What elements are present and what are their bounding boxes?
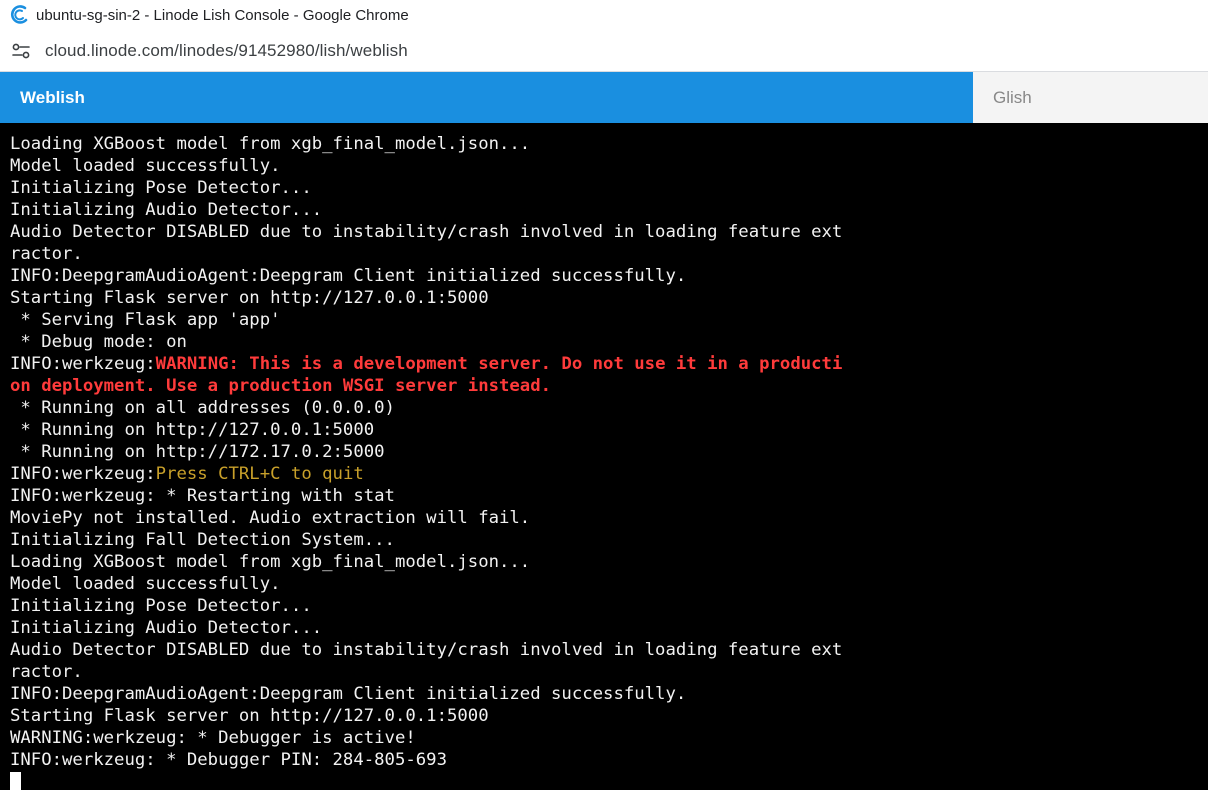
terminal-line: * Debug mode: on [10, 331, 1208, 353]
terminal-text: ractor. [10, 662, 83, 682]
terminal-text: * Running on all addresses (0.0.0.0) [10, 398, 395, 418]
terminal-text: ractor. [10, 244, 83, 264]
terminal-text: Model loaded successfully. [10, 574, 281, 594]
terminal-text: Starting Flask server on http://127.0.0.… [10, 706, 489, 726]
terminal-line: MoviePy not installed. Audio extraction … [10, 507, 1208, 529]
terminal-cursor [10, 772, 21, 790]
terminal-line: * Running on http://172.17.0.2:5000 [10, 441, 1208, 463]
terminal-line: INFO:werkzeug:WARNING: This is a develop… [10, 353, 1208, 375]
site-info-icon[interactable] [9, 39, 33, 63]
terminal-line: Audio Detector DISABLED due to instabili… [10, 639, 1208, 661]
terminal-line: Initializing Pose Detector... [10, 595, 1208, 617]
terminal-line: Initializing Audio Detector... [10, 199, 1208, 221]
terminal-text: Initializing Fall Detection System... [10, 530, 395, 550]
terminal-text: Loading XGBoost model from xgb_final_mod… [10, 552, 531, 572]
terminal-line: Initializing Fall Detection System... [10, 529, 1208, 551]
terminal-text: Loading XGBoost model from xgb_final_mod… [10, 134, 531, 154]
terminal-line: Initializing Audio Detector... [10, 617, 1208, 639]
terminal-text: INFO:werkzeug: [10, 354, 156, 374]
terminal-line: Loading XGBoost model from xgb_final_mod… [10, 551, 1208, 573]
terminal-text: MoviePy not installed. Audio extraction … [10, 508, 531, 528]
browser-window: ubuntu-sg-sin-2 - Linode Lish Console - … [0, 0, 1208, 790]
terminal-text: INFO:DeepgramAudioAgent:Deepgram Client … [10, 266, 687, 286]
terminal-line: ractor. [10, 243, 1208, 265]
terminal-text: Starting Flask server on http://127.0.0.… [10, 288, 489, 308]
terminal-text: Press CTRL+C to quit [155, 464, 364, 484]
terminal-line: * Running on all addresses (0.0.0.0) [10, 397, 1208, 419]
terminal-text: WARNING: This is a development server. D… [155, 354, 843, 374]
terminal-line: Loading XGBoost model from xgb_final_mod… [10, 133, 1208, 155]
console-tab-bar: Weblish Glish [0, 72, 1208, 123]
terminal-text: WARNING:werkzeug: * Debugger is active! [10, 728, 416, 748]
terminal-text: * Serving Flask app 'app' [10, 310, 281, 330]
terminal-line: Model loaded successfully. [10, 573, 1208, 595]
tab-weblish[interactable]: Weblish [0, 72, 973, 123]
terminal-output[interactable]: Loading XGBoost model from xgb_final_mod… [0, 123, 1208, 790]
terminal-line: * Running on http://127.0.0.1:5000 [10, 419, 1208, 441]
terminal-line: INFO:werkzeug: * Debugger PIN: 284-805-6… [10, 749, 1208, 771]
window-title: ubuntu-sg-sin-2 - Linode Lish Console - … [36, 6, 409, 24]
terminal-line: Initializing Pose Detector... [10, 177, 1208, 199]
terminal-text: * Running on http://172.17.0.2:5000 [10, 442, 385, 462]
terminal-text: INFO:DeepgramAudioAgent:Deepgram Client … [10, 684, 687, 704]
terminal-line: Starting Flask server on http://127.0.0.… [10, 705, 1208, 727]
terminal-line: INFO:werkzeug: * Restarting with stat [10, 485, 1208, 507]
terminal-text: Audio Detector DISABLED due to instabili… [10, 222, 843, 242]
terminal-line: ractor. [10, 661, 1208, 683]
terminal-text: Audio Detector DISABLED due to instabili… [10, 640, 843, 660]
terminal-text: on deployment. Use a production WSGI ser… [10, 376, 552, 396]
terminal-text: * Running on http://127.0.0.1:5000 [10, 420, 375, 440]
terminal-line: Model loaded successfully. [10, 155, 1208, 177]
terminal-text: Initializing Pose Detector... [10, 596, 312, 616]
terminal-line: Starting Flask server on http://127.0.0.… [10, 287, 1208, 309]
tab-glish[interactable]: Glish [973, 72, 1208, 123]
terminal-line: INFO:DeepgramAudioAgent:Deepgram Client … [10, 683, 1208, 705]
terminal-text: Initializing Audio Detector... [10, 200, 323, 220]
terminal-prompt-line[interactable] [10, 771, 1208, 790]
title-bar: ubuntu-sg-sin-2 - Linode Lish Console - … [0, 0, 1208, 30]
terminal-line: INFO:werkzeug:Press CTRL+C to quit [10, 463, 1208, 485]
terminal-line: INFO:DeepgramAudioAgent:Deepgram Client … [10, 265, 1208, 287]
linode-favicon-icon [8, 4, 30, 26]
terminal-line: WARNING:werkzeug: * Debugger is active! [10, 727, 1208, 749]
terminal-line: on deployment. Use a production WSGI ser… [10, 375, 1208, 397]
terminal-text: INFO:werkzeug: * Restarting with stat [10, 486, 395, 506]
terminal-text: Model loaded successfully. [10, 156, 281, 176]
address-bar[interactable]: cloud.linode.com/linodes/91452980/lish/w… [0, 30, 1208, 72]
terminal-line: Audio Detector DISABLED due to instabili… [10, 221, 1208, 243]
terminal-text: INFO:werkzeug: [10, 464, 156, 484]
terminal-text: Initializing Audio Detector... [10, 618, 323, 638]
url-text[interactable]: cloud.linode.com/linodes/91452980/lish/w… [45, 41, 408, 61]
terminal-text: Initializing Pose Detector... [10, 178, 312, 198]
terminal-text: * Debug mode: on [10, 332, 187, 352]
terminal-text: INFO:werkzeug: * Debugger PIN: 284-805-6… [10, 750, 447, 770]
terminal-line: * Serving Flask app 'app' [10, 309, 1208, 331]
